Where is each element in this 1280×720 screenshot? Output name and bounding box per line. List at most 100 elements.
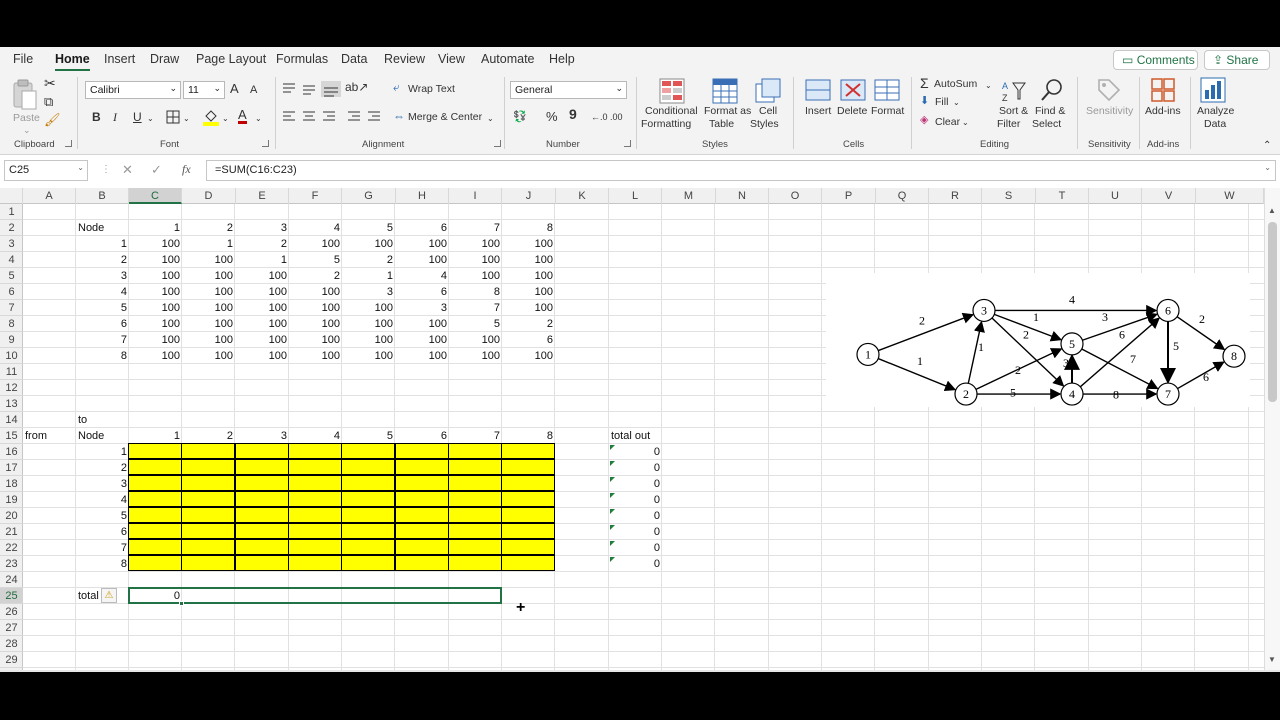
font-launcher-icon[interactable] <box>262 140 269 147</box>
collapse-ribbon-icon[interactable]: ⌃ <box>1263 139 1271 152</box>
format-as-table-label[interactable]: Format as <box>704 105 751 118</box>
flow-input-cell[interactable] <box>341 443 395 459</box>
matrix-cell[interactable]: 2 <box>502 316 555 332</box>
matrix-cell[interactable]: 100 <box>502 252 555 268</box>
flow-input-cell[interactable] <box>128 459 182 475</box>
flow-input-cell[interactable] <box>288 475 342 491</box>
scrollbar-thumb[interactable] <box>1268 222 1277 402</box>
matrix-cell[interactable]: 100 <box>236 316 289 332</box>
row-header-28[interactable]: 28 <box>0 636 23 652</box>
font-color-icon[interactable]: A <box>238 108 247 124</box>
select-all-corner[interactable] <box>0 188 23 204</box>
error-indicator-icon[interactable] <box>610 445 615 450</box>
matrix-cell[interactable]: 100 <box>289 300 342 316</box>
flow-input-cell[interactable] <box>181 475 235 491</box>
flow-input-cell[interactable] <box>395 491 449 507</box>
matrix-header-cell[interactable]: 3 <box>236 220 289 236</box>
matrix-cell[interactable]: 100 <box>129 348 182 364</box>
autosum-button[interactable]: AutoSum <box>934 78 977 91</box>
conditional-formatting-icon[interactable] <box>659 78 685 104</box>
row-header-6[interactable]: 6 <box>0 284 23 300</box>
scroll-up-icon[interactable]: ▲ <box>1268 206 1276 215</box>
flow-input-cell[interactable] <box>395 475 449 491</box>
tab-draw[interactable]: Draw <box>150 52 179 66</box>
underline-button[interactable]: U <box>133 111 142 124</box>
matrix-row-node[interactable]: 4 <box>76 284 129 300</box>
column-header-d[interactable]: D <box>182 188 236 204</box>
percent-style-button[interactable]: % <box>546 110 558 123</box>
row-header-16[interactable]: 16 <box>0 444 23 460</box>
fill-handle[interactable] <box>179 601 184 606</box>
analyze-data-label[interactable]: Analyze <box>1197 105 1234 118</box>
row-header-25[interactable]: 25 <box>0 588 23 604</box>
flow-input-cell[interactable] <box>128 491 182 507</box>
cell-styles-label[interactable]: Cell <box>759 105 777 118</box>
increase-font-icon[interactable]: A <box>230 82 239 95</box>
flow-header-cell[interactable]: 6 <box>396 428 449 444</box>
column-header-v[interactable]: V <box>1142 188 1196 204</box>
flow-input-cell[interactable] <box>341 507 395 523</box>
flow-input-cell[interactable] <box>448 459 502 475</box>
column-header-f[interactable]: F <box>289 188 342 204</box>
row-header-23[interactable]: 23 <box>0 556 23 572</box>
flow-input-cell[interactable] <box>448 507 502 523</box>
fill-button[interactable]: Fill <box>935 96 948 109</box>
vertical-align-icons[interactable] <box>282 81 342 97</box>
row-header-20[interactable]: 20 <box>0 508 23 524</box>
flow-input-cell[interactable] <box>501 443 555 459</box>
matrix-cell[interactable]: 100 <box>289 284 342 300</box>
row-header-7[interactable]: 7 <box>0 300 23 316</box>
row-header-13[interactable]: 13 <box>0 396 23 412</box>
matrix-cell[interactable]: 4 <box>396 268 449 284</box>
row-header-8[interactable]: 8 <box>0 316 23 332</box>
flow-input-cell[interactable] <box>128 555 182 571</box>
cancel-icon[interactable]: ✕ <box>122 163 133 176</box>
accounting-format-icon[interactable]: 💱 <box>513 111 527 124</box>
flow-input-cell[interactable] <box>501 523 555 539</box>
flow-input-cell[interactable] <box>181 523 235 539</box>
row-header-27[interactable]: 27 <box>0 620 23 636</box>
flow-input-cell[interactable] <box>395 539 449 555</box>
analyze-data-label-2[interactable]: Data <box>1204 118 1226 131</box>
comments-button[interactable]: ▭ Comments <box>1113 50 1198 70</box>
matrix-header-cell[interactable]: 2 <box>182 220 235 236</box>
flow-input-cell[interactable] <box>288 507 342 523</box>
column-header-o[interactable]: O <box>769 188 822 204</box>
matrix-cell[interactable]: 100 <box>129 236 182 252</box>
chevron-down-icon[interactable]: ⌄ <box>985 79 992 92</box>
matrix-cell[interactable]: 8 <box>449 284 502 300</box>
row-header-26[interactable]: 26 <box>0 604 23 620</box>
matrix-cell[interactable]: 100 <box>449 348 502 364</box>
row-header-11[interactable]: 11 <box>0 364 23 380</box>
flow-input-cell[interactable] <box>235 523 289 539</box>
column-header-g[interactable]: G <box>342 188 396 204</box>
number-launcher-icon[interactable] <box>624 140 631 147</box>
wrap-text-button[interactable]: Wrap Text <box>408 83 455 96</box>
error-indicator-icon[interactable] <box>610 525 615 530</box>
flow-input-cell[interactable] <box>501 475 555 491</box>
matrix-cell[interactable]: 100 <box>342 300 395 316</box>
tab-automate[interactable]: Automate <box>481 52 535 66</box>
flow-header-cell[interactable]: 1 <box>129 428 182 444</box>
column-header-i[interactable]: I <box>449 188 502 204</box>
flow-input-cell[interactable] <box>288 539 342 555</box>
clear-button[interactable]: Clear <box>935 116 960 129</box>
flow-input-cell[interactable] <box>341 523 395 539</box>
decrease-font-icon[interactable]: A <box>250 84 257 97</box>
matrix-cell[interactable]: 100 <box>236 348 289 364</box>
matrix-cell[interactable]: 100 <box>396 332 449 348</box>
flow-header-cell[interactable]: 5 <box>342 428 395 444</box>
fill-icon[interactable]: ⬇ <box>920 95 929 108</box>
font-name-dropdown[interactable]: Calibri ⌄ <box>85 81 181 99</box>
enter-icon[interactable]: ✓ <box>151 163 162 176</box>
column-header-m[interactable]: M <box>662 188 716 204</box>
comma-style-button[interactable]: 9 <box>569 107 577 121</box>
flow-input-cell[interactable] <box>501 555 555 571</box>
matrix-header-cell[interactable]: 7 <box>449 220 502 236</box>
from-label[interactable]: from <box>23 428 76 444</box>
insert-function-icon[interactable]: fx <box>182 163 191 176</box>
matrix-header-cell[interactable]: 5 <box>342 220 395 236</box>
matrix-row-node[interactable]: 8 <box>76 348 129 364</box>
flow-input-cell[interactable] <box>288 443 342 459</box>
sort-filter-label-2[interactable]: Filter <box>997 118 1020 131</box>
